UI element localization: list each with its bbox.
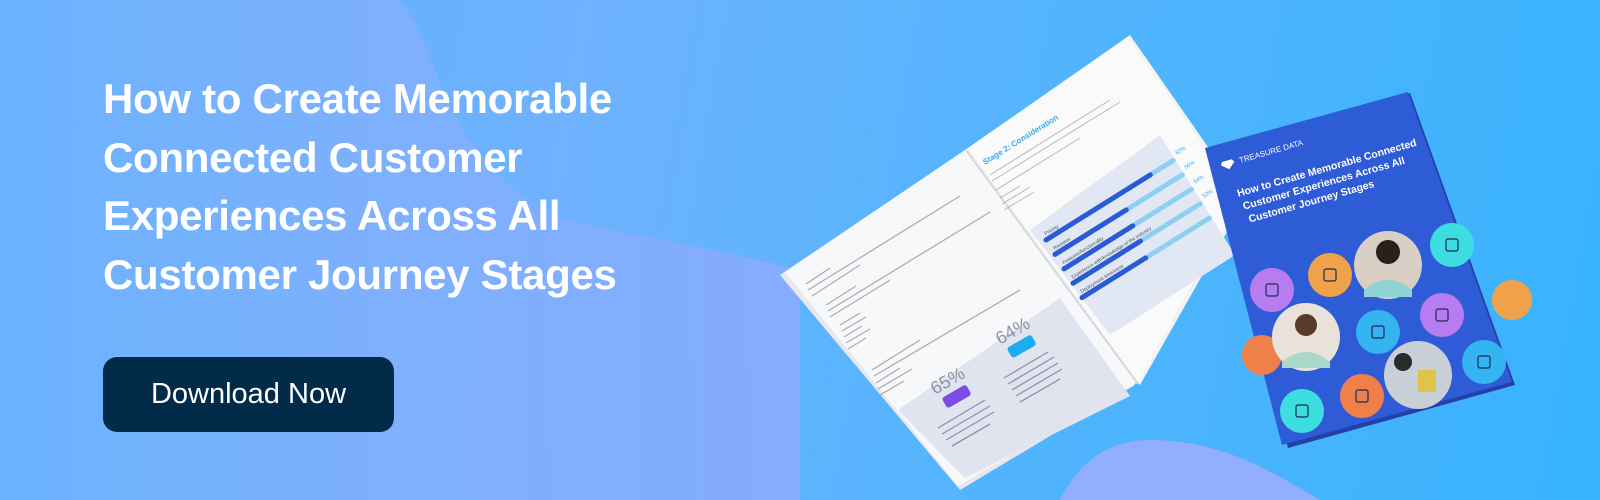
promo-banner: How to Create Memorable Connected Custom… <box>0 0 1600 500</box>
headline-line: Connected Customer <box>103 133 523 181</box>
cursor-click-icon <box>1462 340 1506 384</box>
user-cycle-icon <box>1356 310 1400 354</box>
headline-line: Experiences Across All <box>103 192 561 239</box>
cover-edge-circle <box>1492 280 1532 320</box>
megaphone-icon <box>1430 223 1474 267</box>
shopping-cart-icon <box>1308 253 1352 297</box>
price-tag-icon <box>1340 374 1384 418</box>
headline-line: Customer Journey Stages <box>103 250 617 298</box>
mobile-phone-icon <box>1280 389 1324 433</box>
headline-line: How to Create Memorable <box>103 75 612 122</box>
book-cover: TREASURE DATA How to Create Memorable Co… <box>1205 92 1532 448</box>
ebook-mockup: 65% 64% Stage 2: Consideration Pricing82… <box>780 35 1532 490</box>
open-book: 65% 64% Stage 2: Consideration Pricing82… <box>780 35 1245 490</box>
shopping-bag-search-icon <box>1250 268 1294 312</box>
download-now-button[interactable]: Download Now <box>103 357 394 432</box>
banner-headline: How to Create Memorable Connected Custom… <box>103 70 663 304</box>
storefront-icon <box>1420 293 1464 337</box>
